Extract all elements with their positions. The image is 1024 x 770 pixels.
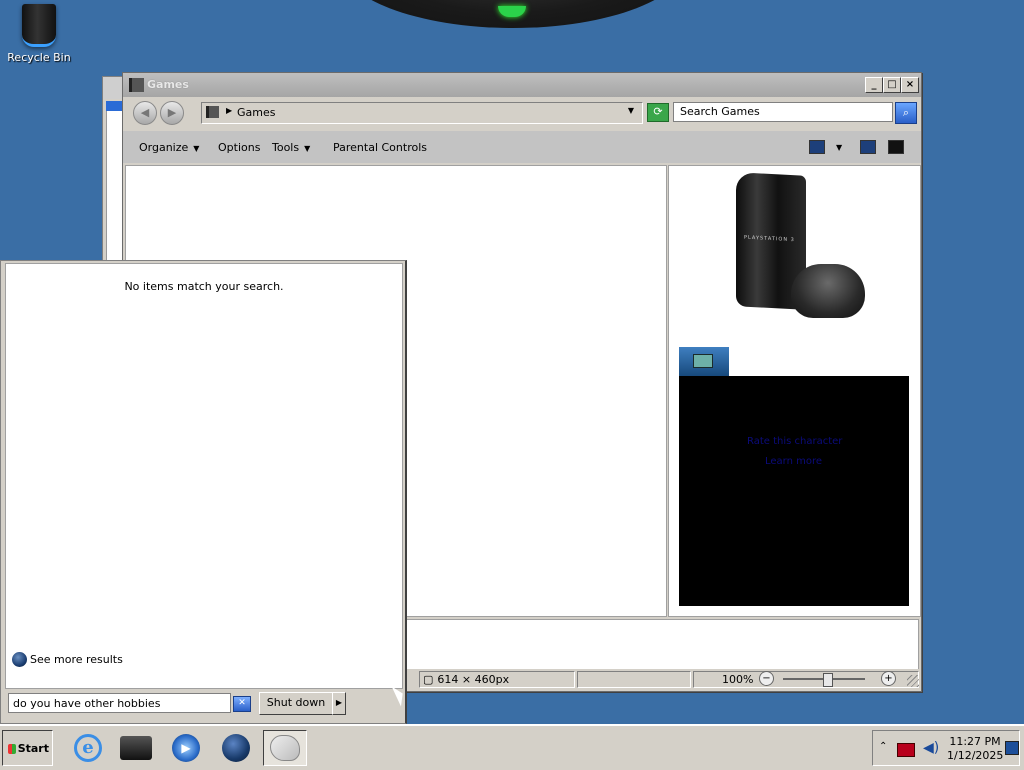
start-menu: No items match your search. See more res… [0, 260, 407, 724]
zoom-out-button[interactable]: − [759, 671, 774, 686]
shutdown-options-arrow-icon[interactable]: ▶ [332, 692, 346, 715]
refresh-button[interactable]: ⟳ [647, 103, 669, 122]
zoom-in-button[interactable]: + [881, 671, 896, 686]
show-hidden-icons-chevron-icon[interactable]: ⌃ [879, 741, 887, 752]
breadcrumb-arrow-icon[interactable]: ▶ [226, 106, 232, 115]
tools-menu[interactable]: Tools ▼ [272, 141, 310, 154]
preview-tab[interactable] [679, 347, 729, 376]
views-dropdown-icon[interactable]: ▼ [831, 140, 842, 153]
parental-controls-label: Parental Controls [333, 141, 427, 154]
window-title: Games [147, 78, 189, 91]
taskbar: Start e ▶ ⌃ ◀) 11:27 PM 1/12/2025 [0, 724, 1024, 770]
games-folder-icon [129, 78, 144, 92]
maximize-button[interactable]: □ [883, 77, 901, 93]
zoom-level: 100% [722, 673, 754, 686]
ps3-icon [120, 736, 152, 760]
taskbar-app-globe[interactable] [214, 730, 258, 766]
taskbar-app-internet-explorer[interactable]: e [66, 730, 110, 766]
status-empty-field [577, 671, 691, 688]
shutdown-button[interactable]: Shut down [259, 692, 333, 715]
see-more-label: See more results [30, 653, 123, 666]
parental-controls-button[interactable]: Parental Controls [333, 141, 427, 154]
show-desktop-icon[interactable] [1005, 741, 1019, 755]
action-center-flag-icon[interactable] [897, 743, 915, 757]
tools-label: Tools [272, 141, 300, 154]
ps3-controller-image [791, 264, 865, 318]
clock[interactable]: 11:27 PM 1/12/2025 [947, 735, 1003, 763]
no-items-message: No items match your search. [124, 280, 284, 293]
status-dimensions-field: ▢ 614 × 460px [419, 671, 575, 688]
console-logo: PLAYSTATION 3 [744, 234, 795, 244]
search-input[interactable]: Search Games [673, 102, 893, 122]
rate-character-link[interactable]: Rate this character [747, 436, 842, 447]
back-button[interactable]: ◀ [133, 101, 157, 125]
taskbar-app-ps3-game[interactable] [114, 730, 158, 766]
help-icon[interactable] [888, 140, 904, 154]
game-info-panel: Rate this character Learn more [679, 376, 909, 606]
paint-icon [270, 735, 300, 761]
clear-search-icon[interactable]: ✕ [233, 696, 251, 712]
views-icon[interactable] [809, 140, 825, 154]
clock-time: 11:27 PM [949, 735, 1001, 748]
zoom-slider-thumb[interactable] [823, 673, 833, 687]
preview-pane: PLAYSTATION 3 Rate this character Learn … [668, 165, 921, 617]
resize-grip[interactable] [907, 675, 919, 687]
minimize-button[interactable]: _ [865, 77, 883, 93]
image-icon: ▢ [423, 673, 434, 686]
address-dropdown-icon[interactable]: ▼ [628, 106, 634, 115]
chevron-down-icon: ▼ [304, 144, 311, 153]
start-search-input[interactable] [8, 693, 231, 713]
recycle-bin-shortcut[interactable]: Recycle Bin [4, 4, 74, 64]
address-row: ◀ ▶ ▶ Games ▼ ⟳ Search Games ⌕ [123, 97, 921, 127]
command-toolbar: Organize ▼ Options Tools ▼ Parental Contro… [123, 131, 921, 163]
clock-date: 1/12/2025 [947, 749, 1004, 762]
globe-icon [222, 734, 250, 762]
options-label: Options [218, 141, 261, 154]
preview-pane-icon[interactable] [860, 140, 876, 154]
taskbar-app-media-player[interactable]: ▶ [164, 730, 208, 766]
recycle-bin-icon [22, 4, 56, 47]
media-player-icon: ▶ [172, 734, 200, 762]
start-label: Start [17, 742, 49, 755]
close-button[interactable]: × [901, 77, 919, 93]
windows-logo-icon [8, 744, 16, 754]
address-bar[interactable]: ▶ Games ▼ [201, 102, 643, 124]
see-more-results-link[interactable]: See more results [12, 652, 123, 667]
title-bar[interactable]: Games _ □ × [123, 73, 921, 97]
chevron-down-icon: ▼ [193, 144, 200, 153]
options-button[interactable]: Options [218, 141, 260, 154]
status-dimensions: 614 × 460px [437, 673, 510, 686]
start-button[interactable]: Start [2, 730, 53, 766]
volume-icon[interactable]: ◀) [923, 740, 939, 756]
search-icon[interactable]: ⌕ [895, 102, 917, 124]
globe-icon [12, 652, 27, 667]
monitor-icon [693, 354, 713, 368]
games-folder-icon [206, 106, 219, 118]
organize-menu[interactable]: Organize ▼ [139, 141, 199, 154]
ie-icon: e [74, 734, 102, 762]
search-results-pane: No items match your search. See more res… [5, 263, 403, 689]
organize-label: Organize [139, 141, 189, 154]
taskbar-app-paint[interactable] [263, 730, 307, 766]
system-tray: ⌃ ◀) 11:27 PM 1/12/2025 [872, 730, 1020, 766]
recycle-bin-label: Recycle Bin [7, 51, 71, 64]
learn-more-link[interactable]: Learn more [765, 456, 822, 467]
forward-button[interactable]: ▶ [160, 101, 184, 125]
breadcrumb-games[interactable]: Games [237, 106, 275, 119]
